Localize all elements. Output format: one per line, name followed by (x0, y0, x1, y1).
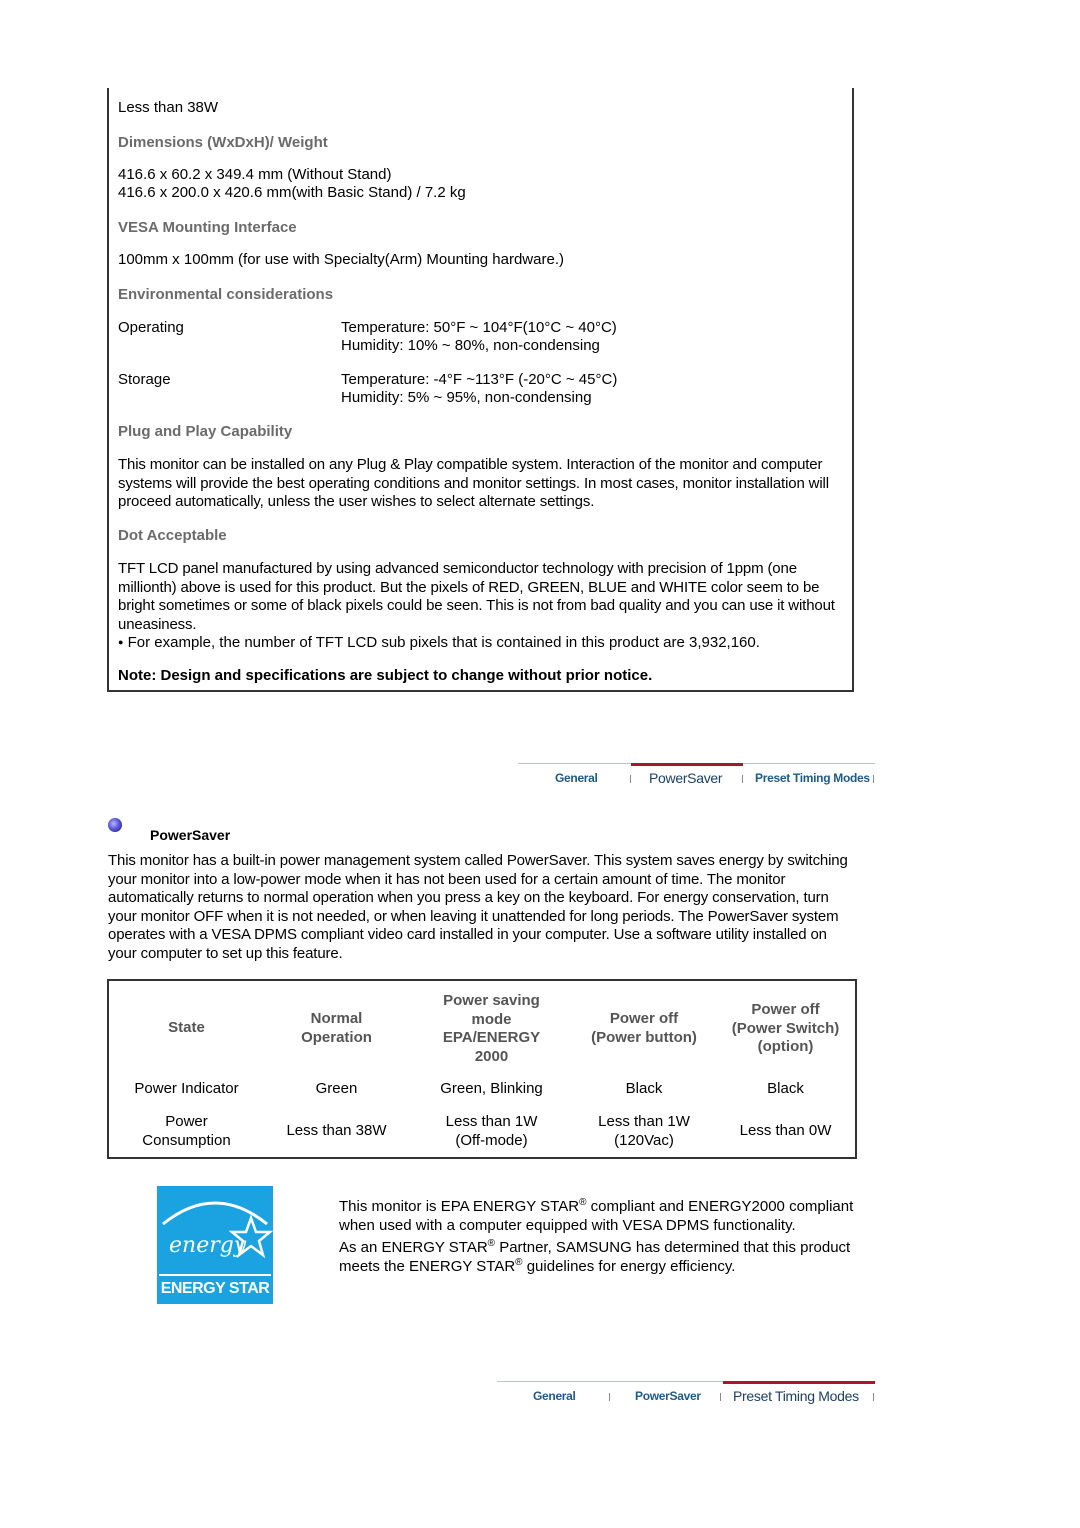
energy-star-label: ENERGY STAR (159, 1274, 271, 1302)
plug-and-play-heading: Plug and Play Capability (118, 423, 293, 440)
cell-line: Consumption (142, 1131, 231, 1149)
cell-indicator-off-switch: Black (767, 1080, 804, 1097)
registered-mark: ® (487, 1238, 496, 1249)
cell-indicator-normal: Green (315, 1080, 358, 1097)
energy-script: energy (169, 1233, 247, 1258)
vesa-heading: VESA Mounting Interface (118, 219, 297, 236)
header-line: Normal (310, 1010, 363, 1027)
powersaver-text: This monitor has a built-in power manage… (108, 852, 848, 962)
tab-separator (742, 775, 743, 783)
dimensions-heading: Dimensions (WxDxH)/ Weight (118, 134, 328, 151)
header-line: (Power Switch) (731, 1019, 840, 1037)
header-power-saving-mode: Power saving mode EPA/ENERGY 2000 (409, 992, 574, 1066)
dot-bullet-item: ● For example, the number of TFT LCD sub… (118, 633, 760, 653)
cell-power-consumption-label: Power Consumption (109, 1113, 264, 1150)
tab-separator (609, 1393, 610, 1401)
tab-powersaver[interactable]: PowerSaver (635, 1389, 701, 1403)
storage-temperature: Temperature: -4°F ~113°F (-20°C ~ 45°C) (341, 371, 618, 388)
cell-line: Less than 1W (598, 1113, 690, 1130)
text-span: This monitor is EPA ENERGY STAR (339, 1198, 580, 1215)
header-state: State (109, 1019, 264, 1038)
cell-indicator-off-button: Black (625, 1080, 663, 1097)
bullet-icon: ● (118, 637, 124, 647)
active-tab-indicator (631, 763, 743, 766)
header-normal-operation: Normal Operation (264, 1010, 409, 1047)
header-line: (option) (757, 1038, 814, 1055)
header-line: Power saving (443, 992, 540, 1009)
dot-bullet-text: For example, the number of TFT LCD sub p… (127, 634, 760, 651)
cell-consumption-saving: Less than 1W (Off-mode) (409, 1113, 574, 1150)
dot-acceptable-heading: Dot Acceptable (118, 527, 227, 544)
storage-humidity: Humidity: 5% ~ 95%, non-condensing (341, 389, 592, 406)
tab-separator (630, 775, 631, 783)
text-span: guidelines for energy efficiency. (522, 1257, 736, 1275)
tab-separator (720, 1393, 721, 1401)
vesa-text: 100mm x 100mm (for use with Specialty(Ar… (118, 251, 564, 268)
energy-star-logo: energy ENERGY STAR (157, 1186, 273, 1304)
cell-consumption-normal: Less than 38W (286, 1122, 387, 1139)
dimensions-with-stand: 416.6 x 200.0 x 420.6 mm(with Basic Stan… (118, 184, 466, 201)
energy-star-text: This monitor is EPA ENERGY STAR® complia… (339, 1198, 859, 1276)
bullet-orb-icon (108, 818, 122, 832)
header-line: Operation (301, 1028, 372, 1046)
cell-line: Less than 1W (445, 1113, 538, 1130)
cell-consumption-off-switch: Less than 0W (739, 1122, 832, 1139)
energy-star-paragraph-2: As an ENERGY STAR® Partner, SAMSUNG has … (339, 1239, 859, 1276)
cell-line: (120Vac) (614, 1131, 674, 1149)
power-consumption-value: Less than 38W (118, 99, 219, 116)
header-line: Power off (609, 1010, 679, 1027)
header-line: (Power button) (591, 1028, 697, 1046)
header-line: mode (471, 1010, 512, 1028)
tab-bar-top: General PowerSaver Preset Timing Modes (518, 763, 875, 787)
header-line: 2000 (474, 1047, 509, 1065)
header-line: State (168, 1019, 205, 1036)
registered-mark: ® (515, 1256, 523, 1268)
active-tab-indicator (723, 1381, 875, 1384)
energy-star-emblem-icon: energy (162, 1201, 273, 1259)
power-table: State Normal Operation Power saving mode… (107, 979, 857, 1159)
tab-separator (873, 1393, 874, 1401)
cell-indicator-saving: Green, Blinking (440, 1080, 543, 1097)
environmental-heading: Environmental considerations (118, 286, 334, 303)
operating-label: Operating (118, 319, 184, 336)
dimensions-without-stand: 416.6 x 60.2 x 349.4 mm (Without Stand) (118, 166, 392, 183)
cell-line: (Off-mode) (455, 1131, 528, 1149)
text-span: As an ENERGY STAR (339, 1239, 488, 1256)
energy-star-paragraph-1: This monitor is EPA ENERGY STAR® complia… (339, 1198, 859, 1235)
tab-preset-timing-modes[interactable]: Preset Timing Modes (755, 771, 870, 785)
tab-bar-bottom: General PowerSaver Preset Timing Modes (497, 1381, 875, 1405)
plug-and-play-text: This monitor can be installed on any Plu… (118, 456, 829, 510)
cell-power-indicator-label: Power Indicator (134, 1080, 239, 1097)
dot-acceptable-text: TFT LCD panel manufactured by using adva… (118, 560, 835, 633)
header-line: Power off (751, 1001, 820, 1018)
tab-separator (873, 775, 874, 783)
storage-label: Storage (118, 371, 171, 388)
powersaver-title: PowerSaver (150, 827, 231, 843)
tab-general[interactable]: General (555, 771, 598, 785)
header-line: EPA/ENERGY (442, 1029, 541, 1046)
operating-temperature: Temperature: 50°F ~ 104°F(10°C ~ 40°C) (341, 319, 617, 336)
cell-consumption-off-button: Less than 1W (120Vac) (574, 1113, 714, 1150)
spec-note: Note: Design and specifications are subj… (118, 667, 653, 684)
tab-preset-timing-modes[interactable]: Preset Timing Modes (733, 1388, 859, 1404)
header-power-off-switch: Power off (Power Switch) (option) (714, 1001, 857, 1057)
operating-humidity: Humidity: 10% ~ 80%, non-condensing (341, 337, 600, 354)
tab-general[interactable]: General (533, 1389, 576, 1403)
header-power-off-button: Power off (Power button) (574, 1010, 714, 1047)
tab-powersaver[interactable]: PowerSaver (649, 770, 723, 786)
cell-line: Power (165, 1113, 208, 1130)
